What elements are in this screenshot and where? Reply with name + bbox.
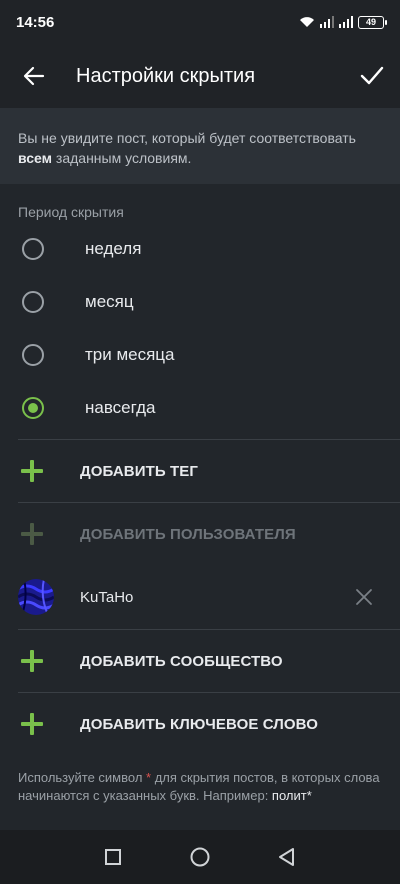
info-text-bold: всем	[18, 150, 53, 166]
radio-button[interactable]	[22, 290, 44, 313]
plus-icon	[20, 712, 44, 736]
avatar	[18, 579, 54, 615]
plus-icon	[20, 649, 44, 673]
confirm-button[interactable]	[356, 60, 388, 92]
info-text-end: заданным условиям.	[52, 150, 192, 166]
period-option-label: месяц	[85, 291, 134, 311]
info-text-start: Вы не увидите пост, который будет соотве…	[18, 130, 356, 146]
hint-text: Используйте символ	[18, 770, 147, 785]
plus-icon	[20, 459, 44, 483]
close-icon	[356, 589, 372, 605]
system-nav-bar	[0, 830, 400, 884]
add-tag-button[interactable]: ДОБАВИТЬ ТЕГ	[0, 440, 400, 502]
check-icon	[360, 66, 384, 85]
add-community-button[interactable]: ДОБАВИТЬ СООБЩЕСТВО	[0, 630, 400, 692]
radio-button-checked[interactable]	[22, 396, 44, 419]
triangle-back-icon	[278, 848, 294, 866]
signal-icon-2	[339, 16, 353, 28]
period-option-label: навсегда	[85, 397, 156, 417]
period-option-week[interactable]: неделя	[0, 222, 400, 275]
circle-icon	[190, 847, 210, 867]
status-icons: 49	[299, 15, 387, 29]
hint-example: полит*	[271, 788, 312, 803]
recents-button[interactable]	[97, 841, 129, 873]
square-icon	[105, 849, 122, 865]
keyword-hint: Используйте символ * для скрытия постов,…	[0, 755, 400, 815]
back-button[interactable]	[18, 60, 50, 92]
toolbar: Настройки скрытия	[0, 44, 400, 108]
plus-icon	[20, 522, 44, 546]
info-banner: Вы не увидите пост, который будет соотве…	[0, 108, 400, 184]
add-keyword-button[interactable]: ДОБАВИТЬ КЛЮЧЕВОЕ СЛОВО	[0, 693, 400, 755]
arrow-left-icon	[23, 66, 45, 86]
radio-button[interactable]	[22, 343, 44, 366]
user-name: KuTaHo	[80, 588, 134, 606]
signal-icon	[320, 16, 334, 28]
period-option-three-months[interactable]: три месяца	[0, 328, 400, 381]
period-option-label: неделя	[85, 238, 142, 258]
add-user-label: ДОБАВИТЬ ПОЛЬЗОВАТЕЛЯ	[80, 525, 296, 543]
radio-dot	[28, 402, 38, 413]
nav-back-button[interactable]	[271, 841, 303, 873]
radio-button[interactable]	[22, 237, 44, 260]
battery-icon: 49	[358, 15, 387, 29]
status-time: 14:56	[16, 13, 55, 31]
add-user-button: ДОБАВИТЬ ПОЛЬЗОВАТЕЛЯ	[0, 503, 400, 565]
period-option-label: три месяца	[85, 344, 175, 364]
home-button[interactable]	[184, 841, 216, 873]
remove-user-button[interactable]	[348, 581, 380, 613]
period-section-title: Период скрытия	[18, 204, 124, 220]
add-community-label: ДОБАВИТЬ СООБЩЕСТВО	[80, 652, 283, 670]
status-bar: 14:56 49	[0, 0, 400, 44]
wifi-icon	[300, 17, 314, 27]
period-option-month[interactable]: месяц	[0, 275, 400, 328]
period-option-forever[interactable]: навсегда	[0, 381, 400, 434]
battery-level: 49	[365, 17, 376, 27]
page-title: Настройки скрытия	[76, 64, 256, 87]
add-keyword-label: ДОБАВИТЬ КЛЮЧЕВОЕ СЛОВО	[80, 715, 318, 733]
add-tag-label: ДОБАВИТЬ ТЕГ	[80, 462, 198, 480]
user-list-item: KuTaHo	[0, 565, 400, 629]
